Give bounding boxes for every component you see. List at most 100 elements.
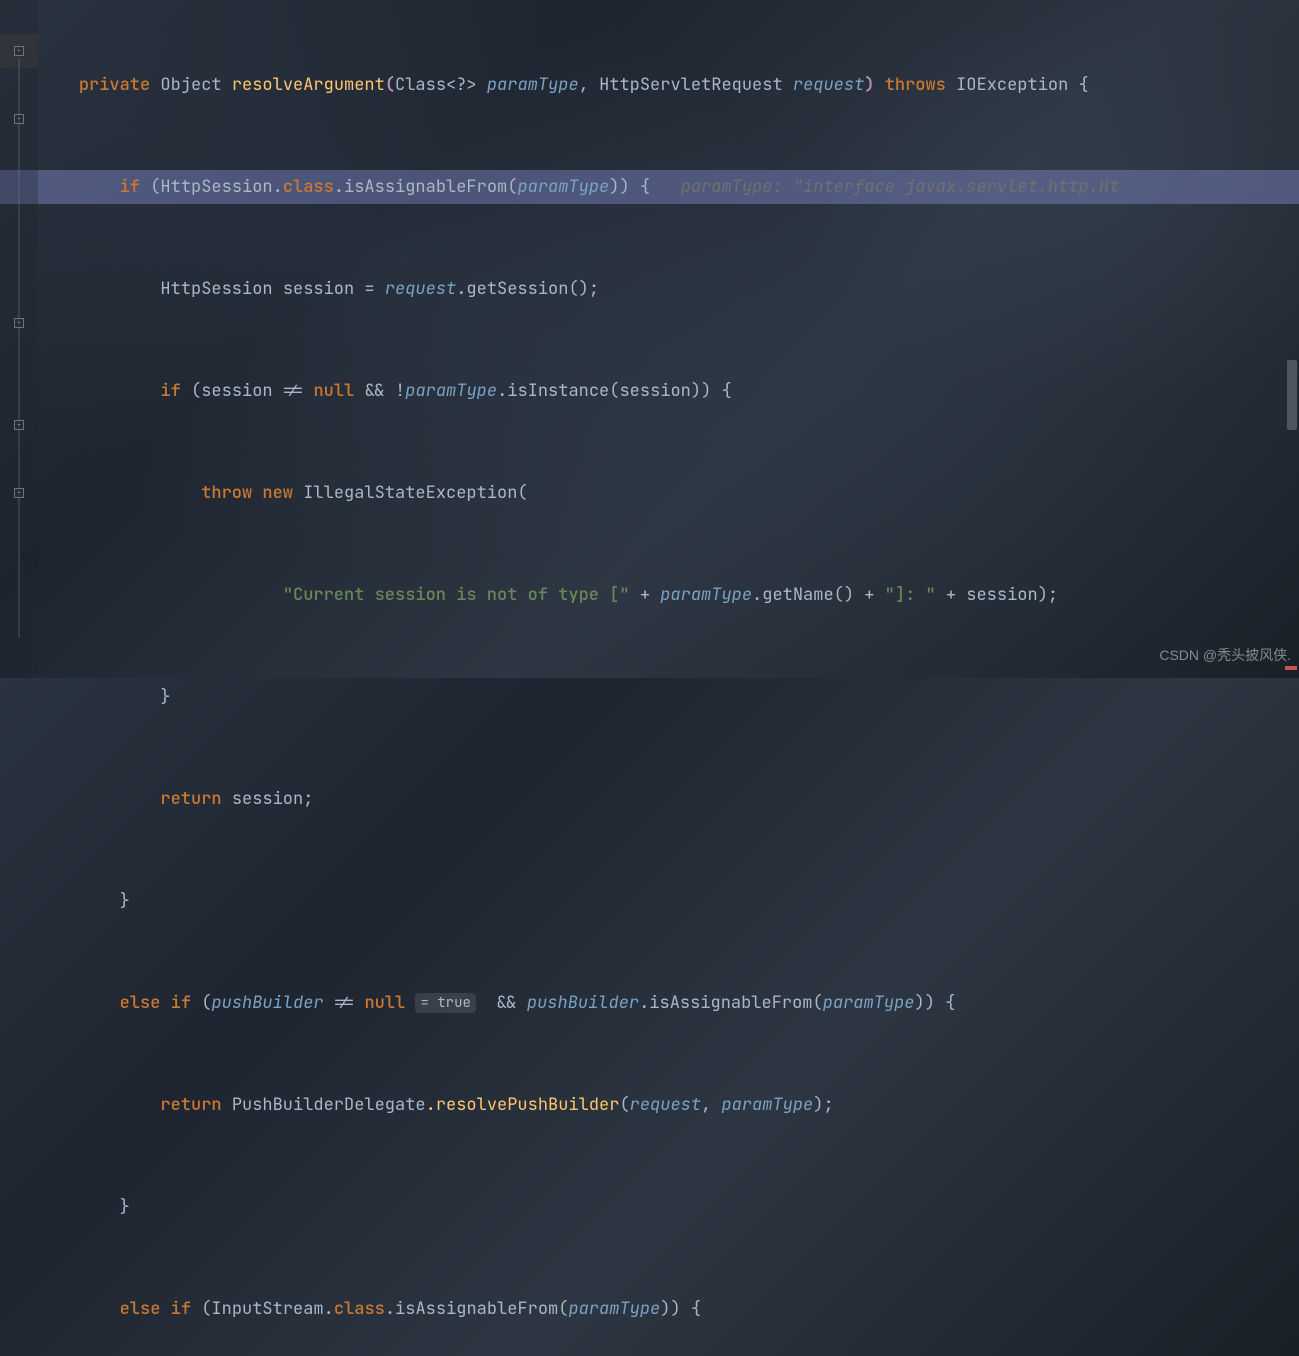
inlay-hint: = true	[415, 993, 475, 1013]
keyword: throw	[201, 482, 252, 504]
code-line-highlighted[interactable]: if (HttpSession.class.isAssignableFrom(p…	[38, 170, 1299, 204]
punct: )) {	[609, 176, 650, 198]
keyword: new	[262, 482, 293, 504]
paren: )	[864, 74, 874, 96]
type: HttpSession	[160, 278, 272, 300]
string-literal: "]: "	[885, 584, 936, 606]
punct: (	[191, 992, 211, 1014]
debug-hint: paramType: "interface javax.servlet.http…	[681, 176, 1120, 198]
fold-guide	[18, 58, 20, 638]
expr: (HttpSession.	[150, 176, 283, 198]
keyword: else	[120, 992, 161, 1014]
punct: ();	[568, 278, 599, 300]
field: pushBuilder	[211, 992, 323, 1014]
watermark-text: CSDN @秃头披风侠.	[1159, 638, 1291, 672]
method-call: .isAssignableFrom(	[639, 992, 823, 1014]
keyword: class	[283, 176, 334, 198]
op: && !	[354, 380, 405, 402]
fold-toggle-icon[interactable]	[14, 420, 24, 430]
punct: =	[354, 278, 385, 300]
editor-gutter[interactable]	[0, 0, 38, 678]
field: pushBuilder	[527, 992, 639, 1014]
op: +	[854, 584, 885, 606]
op: &&	[486, 992, 527, 1014]
brace: }	[160, 686, 170, 708]
code-line[interactable]: }	[38, 884, 1299, 918]
punct: );	[1038, 584, 1058, 606]
code-line[interactable]: "Current session is not of type [" + par…	[38, 578, 1299, 612]
fold-toggle-icon[interactable]	[14, 318, 24, 328]
keyword: return	[160, 1094, 221, 1116]
code-line[interactable]: }	[38, 680, 1299, 714]
parameter: paramType	[823, 992, 915, 1014]
code-editor[interactable]: private Object resolveArgument(Class<?> …	[38, 0, 1299, 678]
punct: ()	[834, 584, 854, 606]
parameter: paramType	[487, 74, 579, 96]
paren: (	[385, 74, 395, 96]
variable: session	[201, 380, 272, 402]
punct: ;	[303, 788, 313, 810]
parameter: paramType	[721, 1094, 813, 1116]
code-line[interactable]: HttpSession session = request.getSession…	[38, 272, 1299, 306]
keyword: if	[120, 176, 140, 198]
punct: );	[813, 1094, 833, 1116]
fold-toggle-icon[interactable]	[14, 488, 24, 498]
punct: (	[181, 380, 201, 402]
fold-toggle-icon[interactable]	[14, 114, 24, 124]
code-line[interactable]: return session;	[38, 782, 1299, 816]
type: Class<?>	[395, 74, 477, 96]
method-call: .isAssignableFrom(	[385, 1298, 569, 1320]
code-line[interactable]: throw new IllegalStateException(	[38, 476, 1299, 510]
keyword: null	[364, 992, 405, 1014]
variable: session	[966, 584, 1037, 606]
code-line[interactable]: }	[38, 1190, 1299, 1224]
keyword: if	[160, 380, 180, 402]
type: PushBuilderDelegate	[232, 1094, 426, 1116]
keyword: if	[171, 1298, 191, 1320]
punct: )) {	[660, 1298, 701, 1320]
method-call: .resolvePushBuilder	[426, 1094, 620, 1116]
keyword: else	[120, 1298, 161, 1320]
code-line[interactable]: else if (InputStream.class.isAssignableF…	[38, 1292, 1299, 1326]
parameter: paramType	[568, 1298, 660, 1320]
brace: }	[120, 890, 130, 912]
parameter: request	[630, 1094, 701, 1116]
keyword: throws	[885, 74, 946, 96]
punct: (InputStream.	[191, 1298, 334, 1320]
code-line[interactable]: if (session != null && !paramType.isInst…	[38, 374, 1299, 408]
method-call: .isAssignableFrom(	[334, 176, 518, 198]
punct: )) {	[691, 380, 732, 402]
variable: session	[619, 380, 690, 402]
method-call: .getName	[752, 584, 834, 606]
vertical-scrollbar[interactable]	[1285, 0, 1297, 678]
punct: ,	[579, 74, 599, 96]
code-line[interactable]: else if (pushBuilder != null = true && p…	[38, 986, 1299, 1020]
method-call: .isInstance(	[497, 380, 619, 402]
op: !=	[324, 992, 365, 1014]
type: IOException	[956, 74, 1068, 96]
punct: (	[619, 1094, 629, 1116]
keyword: class	[334, 1298, 385, 1320]
code-line[interactable]: private Object resolveArgument(Class<?> …	[38, 68, 1299, 102]
code-line[interactable]: return PushBuilderDelegate.resolvePushBu…	[38, 1088, 1299, 1122]
type: HttpServletRequest	[599, 74, 783, 96]
brace: {	[1079, 74, 1089, 96]
fold-toggle-icon[interactable]	[14, 46, 24, 56]
punct: ,	[701, 1094, 721, 1116]
variable: session	[283, 278, 354, 300]
method-name: resolveArgument	[232, 74, 385, 96]
op: !=	[273, 380, 314, 402]
keyword: null	[313, 380, 354, 402]
brace: }	[120, 1196, 130, 1218]
string-literal: "Current session is not of type ["	[283, 584, 630, 606]
variable: session	[232, 788, 303, 810]
op: +	[936, 584, 967, 606]
parameter: paramType	[660, 584, 752, 606]
parameter: paramType	[517, 176, 609, 198]
type: Object	[160, 74, 221, 96]
parameter: paramType	[405, 380, 497, 402]
method-call: .getSession	[456, 278, 568, 300]
keyword: if	[171, 992, 191, 1014]
keyword: return	[160, 788, 221, 810]
scrollbar-thumb[interactable]	[1287, 360, 1297, 430]
